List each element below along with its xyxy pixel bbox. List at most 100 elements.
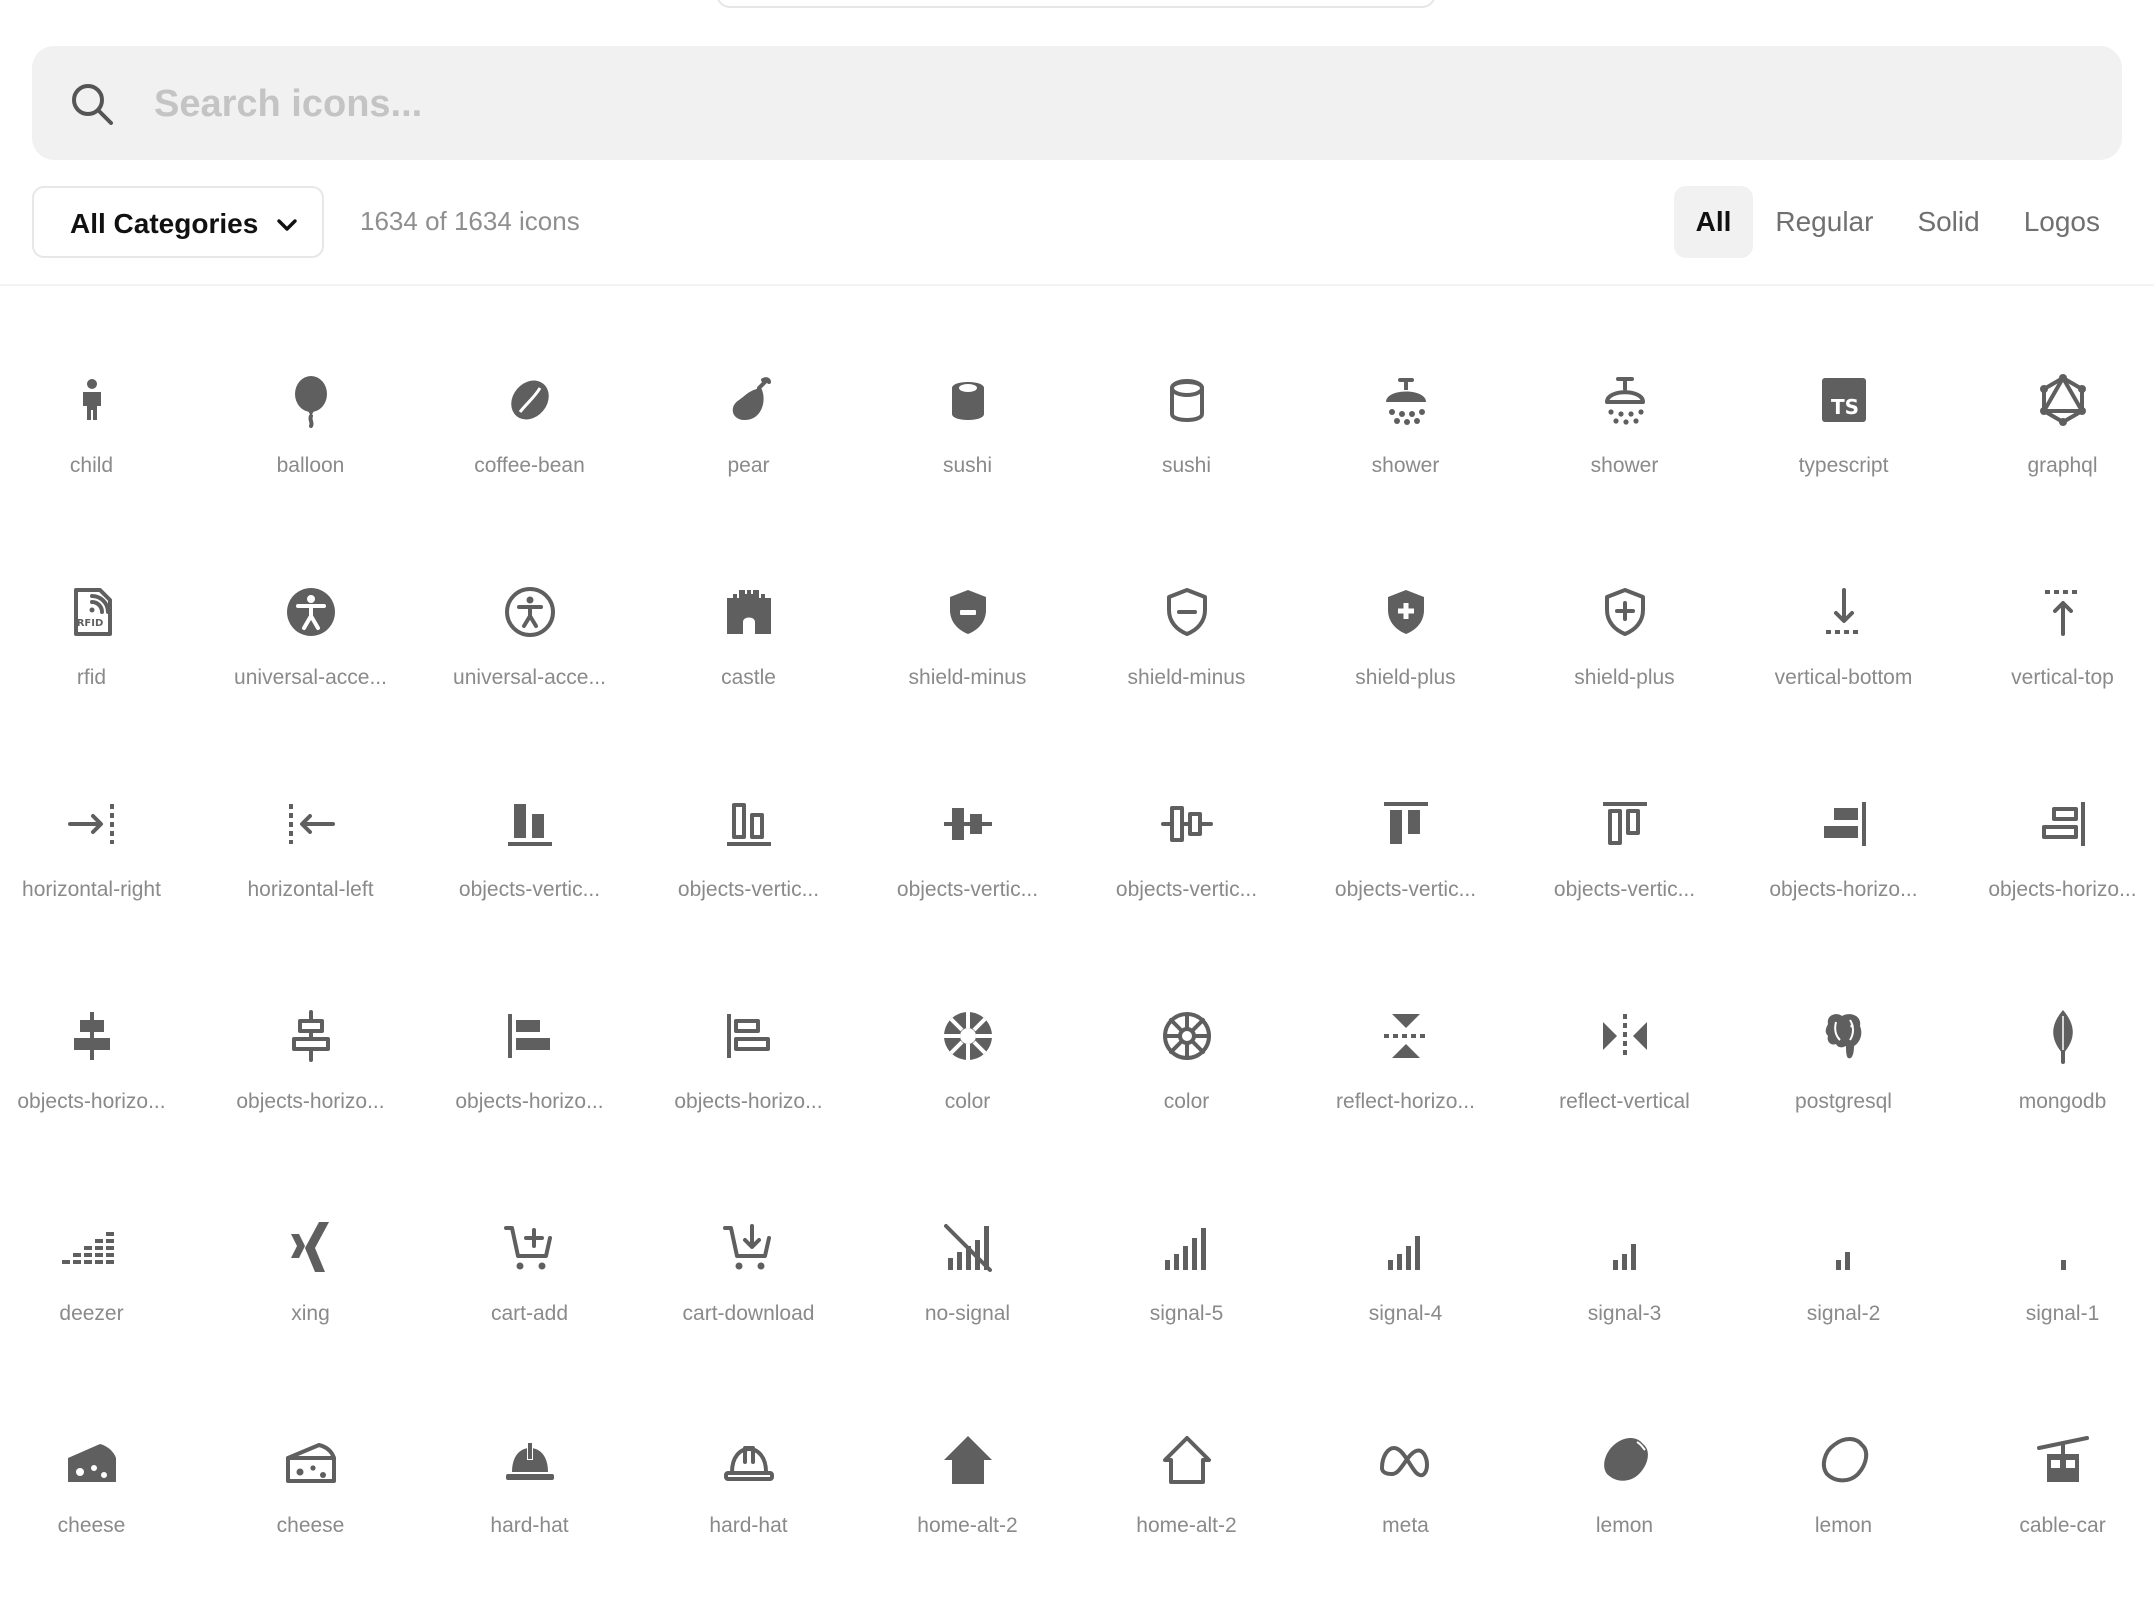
- icon-card[interactable]: cart-download: [639, 1168, 858, 1380]
- shield-plus-solid-icon: [1376, 582, 1436, 642]
- icon-card[interactable]: objects-vertic...: [639, 744, 858, 956]
- filter-tab-regular[interactable]: Regular: [1753, 186, 1895, 258]
- icon-card[interactable]: home-alt-2: [1077, 1380, 1296, 1592]
- icon-card[interactable]: signal-5: [1077, 1168, 1296, 1380]
- icon-card-label: balloon: [276, 454, 345, 477]
- icon-card-label: cart-add: [490, 1302, 569, 1325]
- icon-card[interactable]: universal-acce...: [201, 532, 420, 744]
- icon-card[interactable]: objects-vertic...: [1515, 744, 1734, 956]
- icon-card[interactable]: vertical-top: [1953, 532, 2154, 744]
- icon-card[interactable]: cheese: [201, 1380, 420, 1592]
- icon-card-label: objects-vertic...: [896, 878, 1039, 901]
- icon-card-label: child: [69, 454, 114, 477]
- icon-card[interactable]: graphql: [1953, 320, 2154, 532]
- icon-card[interactable]: castle: [639, 532, 858, 744]
- icon-card-label: signal-3: [1587, 1302, 1662, 1325]
- no-signal-icon: [938, 1218, 998, 1278]
- search-input[interactable]: [152, 46, 2056, 162]
- icon-card[interactable]: child: [0, 320, 201, 532]
- icon-card[interactable]: shield-minus: [858, 532, 1077, 744]
- icon-card[interactable]: objects-horizo...: [0, 956, 201, 1168]
- icon-card[interactable]: shower: [1515, 320, 1734, 532]
- icon-card[interactable]: cart-add: [420, 1168, 639, 1380]
- icon-card[interactable]: sushi: [858, 320, 1077, 532]
- icon-card[interactable]: color: [858, 956, 1077, 1168]
- icon-card[interactable]: balloon: [201, 320, 420, 532]
- icon-card[interactable]: horizontal-right: [0, 744, 201, 956]
- icon-card-label: vertical-top: [2011, 666, 2114, 689]
- icon-card[interactable]: objects-horizo...: [1953, 744, 2154, 956]
- filter-tab-solid[interactable]: Solid: [1895, 186, 2001, 258]
- signal-2-icon: [1814, 1218, 1874, 1278]
- objects-vertical-bottom-regular-icon: [719, 794, 779, 854]
- icon-card[interactable]: shower: [1296, 320, 1515, 532]
- icon-card[interactable]: mongodb: [1953, 956, 2154, 1168]
- icon-card[interactable]: cheese: [0, 1380, 201, 1592]
- category-select[interactable]: All Categories: [32, 186, 324, 258]
- icon-card-label: typescript: [1798, 454, 1889, 477]
- icon-card-label: lemon: [1595, 1514, 1654, 1537]
- filter-tab-logos[interactable]: Logos: [2002, 186, 2122, 258]
- svg-text:RFID: RFID: [77, 618, 104, 629]
- icon-card[interactable]: objects-vertic...: [858, 744, 1077, 956]
- castle-icon: [719, 582, 779, 642]
- icon-card[interactable]: vertical-bottom: [1734, 532, 1953, 744]
- icon-card-label: hard-hat: [709, 1514, 788, 1537]
- icon-card[interactable]: signal-1: [1953, 1168, 2154, 1380]
- icon-card[interactable]: coffee-bean: [420, 320, 639, 532]
- icon-card-label: universal-acce...: [453, 666, 606, 689]
- icon-card[interactable]: cable-car: [1953, 1380, 2154, 1592]
- chevron-down-icon: [272, 210, 302, 240]
- objects-horizontal-right-solid-icon: [1814, 794, 1874, 854]
- icon-card[interactable]: objects-horizo...: [1734, 744, 1953, 956]
- icon-card-label: home-alt-2: [1136, 1514, 1237, 1537]
- objects-vertical-top-solid-icon: [1376, 794, 1436, 854]
- icon-card[interactable]: lemon: [1515, 1380, 1734, 1592]
- icon-card[interactable]: signal-2: [1734, 1168, 1953, 1380]
- icon-card[interactable]: lemon: [1734, 1380, 1953, 1592]
- icon-card[interactable]: hard-hat: [420, 1380, 639, 1592]
- icon-card[interactable]: RFID rfid: [0, 532, 201, 744]
- icon-card[interactable]: pear: [639, 320, 858, 532]
- icon-card[interactable]: xing: [201, 1168, 420, 1380]
- icon-card[interactable]: reflect-vertical: [1515, 956, 1734, 1168]
- icon-card[interactable]: objects-horizo...: [420, 956, 639, 1168]
- icon-card[interactable]: objects-vertic...: [420, 744, 639, 956]
- postgresql-icon: [1814, 1006, 1874, 1066]
- home-alt-2-regular-icon: [1157, 1430, 1217, 1490]
- icon-card-label: objects-horizo...: [1769, 878, 1918, 901]
- icon-card[interactable]: postgresql: [1734, 956, 1953, 1168]
- icon-card-label: objects-horizo...: [455, 1090, 604, 1113]
- universal-access-solid-icon: [281, 582, 341, 642]
- icon-card[interactable]: home-alt-2: [858, 1380, 1077, 1592]
- icon-card[interactable]: TS typescript: [1734, 320, 1953, 532]
- icon-card[interactable]: meta: [1296, 1380, 1515, 1592]
- icon-card[interactable]: color: [1077, 956, 1296, 1168]
- horizontal-right-icon: [62, 794, 122, 854]
- icon-card[interactable]: reflect-horizo...: [1296, 956, 1515, 1168]
- icon-card[interactable]: no-signal: [858, 1168, 1077, 1380]
- icon-card[interactable]: signal-3: [1515, 1168, 1734, 1380]
- filter-tab-all[interactable]: All: [1673, 186, 1754, 258]
- icon-card[interactable]: shield-minus: [1077, 532, 1296, 744]
- icon-card-label: universal-acce...: [234, 666, 387, 689]
- icon-card-label: signal-5: [1149, 1302, 1224, 1325]
- icon-card[interactable]: objects-horizo...: [201, 956, 420, 1168]
- cheese-regular-icon: [281, 1430, 341, 1490]
- icon-card-label: signal-4: [1368, 1302, 1443, 1325]
- icon-card[interactable]: universal-acce...: [420, 532, 639, 744]
- icon-card[interactable]: objects-horizo...: [639, 956, 858, 1168]
- icon-card[interactable]: signal-4: [1296, 1168, 1515, 1380]
- icon-card[interactable]: sushi: [1077, 320, 1296, 532]
- icon-card[interactable]: shield-plus: [1296, 532, 1515, 744]
- icon-card[interactable]: hard-hat: [639, 1380, 858, 1592]
- search-bar[interactable]: [32, 46, 2122, 162]
- icon-card[interactable]: objects-vertic...: [1077, 744, 1296, 956]
- cheese-solid-icon: [62, 1430, 122, 1490]
- icon-card-label: signal-2: [1806, 1302, 1881, 1325]
- icon-card[interactable]: shield-plus: [1515, 532, 1734, 744]
- icon-card[interactable]: deezer: [0, 1168, 201, 1380]
- icon-card[interactable]: objects-vertic...: [1296, 744, 1515, 956]
- icon-card-label: xing: [291, 1302, 330, 1325]
- icon-card[interactable]: horizontal-left: [201, 744, 420, 956]
